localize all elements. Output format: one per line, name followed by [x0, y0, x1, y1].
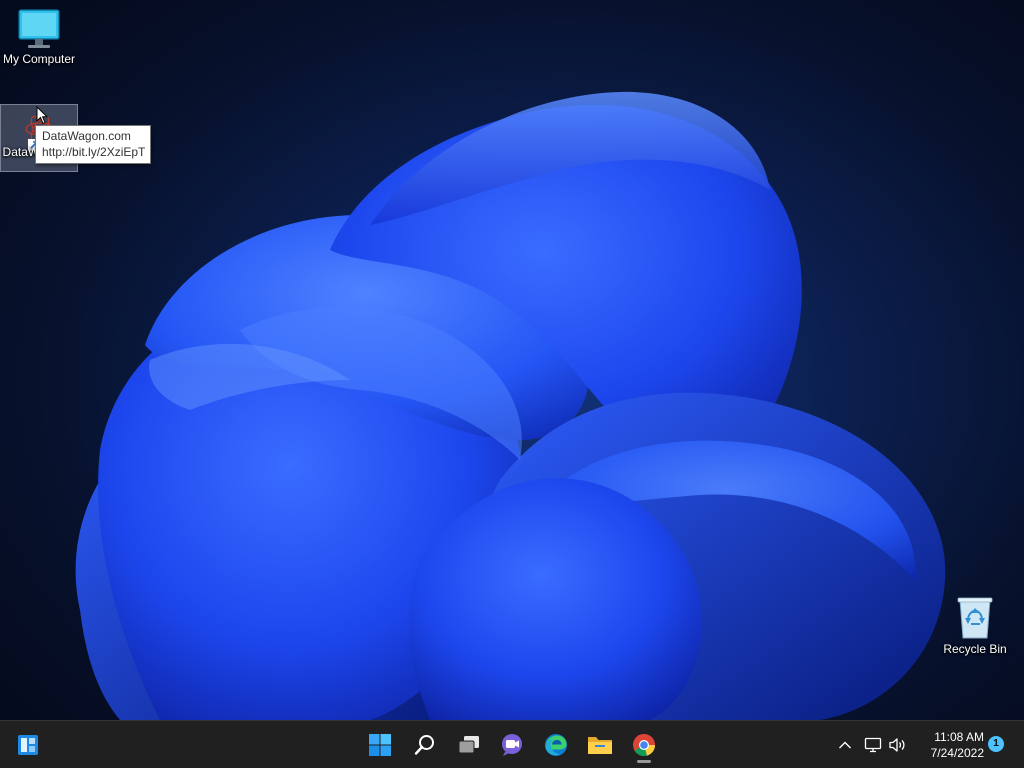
taskbar: 11:08 AM 7/24/2022 [0, 720, 1024, 768]
task-view-button[interactable] [449, 725, 489, 765]
edge-button[interactable] [536, 725, 576, 765]
recycle-bin-icon [957, 597, 993, 639]
clock-date: 7/24/2022 [930, 746, 984, 760]
chat-button[interactable] [492, 725, 532, 765]
clock-time: 11:08 AM [934, 730, 984, 744]
desktop-icon-label: My Computer [2, 52, 76, 66]
chrome-button[interactable] [624, 725, 664, 765]
shortcut-tooltip: DataWagon.com http://bit.ly/2XziEpT [35, 125, 152, 164]
monitor-icon [18, 9, 60, 48]
desktop-icon-my-computer[interactable]: My Computer [0, 8, 78, 67]
search-icon [414, 735, 434, 755]
search-button[interactable] [405, 725, 445, 765]
desktop-icon-label: Recycle Bin [943, 642, 1007, 656]
volume-icon [889, 738, 905, 752]
network-button[interactable] [861, 733, 885, 757]
widgets-icon [18, 735, 38, 755]
file-explorer-button[interactable] [580, 725, 620, 765]
folder-icon [588, 737, 612, 754]
volume-button[interactable] [886, 733, 910, 757]
widgets-button[interactable] [8, 725, 48, 765]
desktop-icon-recycle-bin[interactable]: Recycle Bin [936, 596, 1014, 657]
notification-center-badge[interactable]: 1 [988, 736, 1004, 752]
tooltip-title: DataWagon.com [42, 129, 131, 143]
chevron-up-icon [839, 741, 851, 749]
tooltip-url: http://bit.ly/2XziEpT [42, 145, 146, 159]
desktop[interactable]: My Computer DataWagon... Recycle B [0, 0, 1024, 720]
windows-start-icon [369, 734, 391, 756]
clock-button[interactable]: 11:08 AM 7/24/2022 [914, 729, 984, 761]
chat-icon [502, 734, 522, 756]
running-indicator [637, 760, 651, 763]
task-view-icon [458, 736, 479, 754]
mouse-cursor-icon [36, 106, 48, 125]
edge-icon [545, 734, 567, 756]
network-icon [864, 737, 882, 753]
show-hidden-icons-button[interactable] [833, 733, 857, 757]
chrome-icon [633, 734, 655, 757]
wallpaper-bloom [75, 91, 946, 720]
start-button[interactable] [360, 725, 400, 765]
